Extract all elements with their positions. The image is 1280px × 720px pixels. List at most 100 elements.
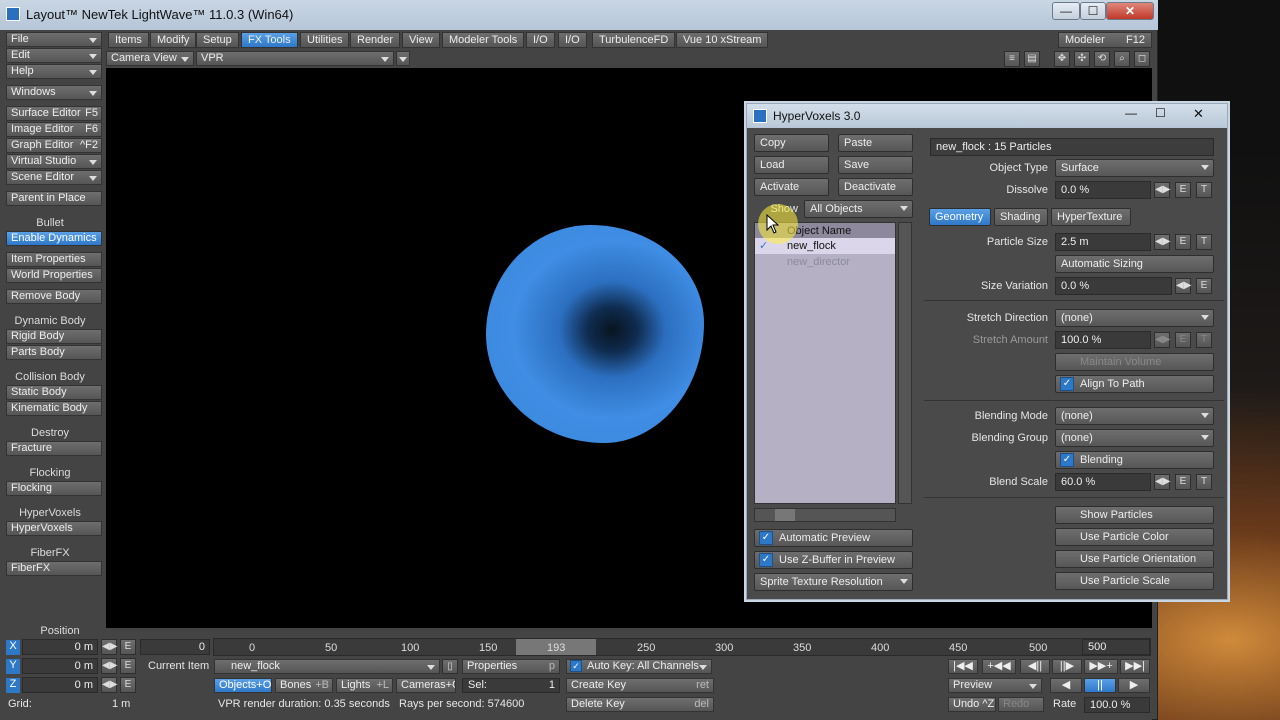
slider-arrows-icon[interactable]: ◀▶ xyxy=(1154,332,1170,348)
envelope-button[interactable]: E xyxy=(120,658,136,674)
x-position-input[interactable]: 0 m xyxy=(22,639,98,655)
graph-editor-button[interactable]: Graph Editor ^F2 xyxy=(6,138,102,153)
slider-arrows-icon[interactable]: ◀▶ xyxy=(1154,474,1170,490)
fiberfx-button[interactable]: FiberFX xyxy=(6,561,102,576)
automatic-sizing-button[interactable]: Automatic Sizing xyxy=(1055,255,1214,273)
tab-io-1[interactable]: I/O xyxy=(526,32,555,48)
rate-input[interactable]: 100.0 % xyxy=(1084,697,1150,713)
render-mode-dropdown[interactable]: VPR xyxy=(196,51,394,66)
slider-arrows-icon[interactable]: ◀▶ xyxy=(101,639,117,655)
fracture-button[interactable]: Fracture xyxy=(6,441,102,456)
pan-icon[interactable]: ✥ xyxy=(1054,51,1070,67)
particle-size-input[interactable]: 2.5 m xyxy=(1055,233,1151,251)
flocking-button[interactable]: Flocking xyxy=(6,481,102,496)
virtual-studio-button[interactable]: Virtual Studio xyxy=(6,154,102,169)
create-key-button[interactable]: Create Key ret xyxy=(566,678,714,693)
use-particle-scale-toggle[interactable]: Use Particle Scale xyxy=(1055,572,1214,590)
go-to-start-button[interactable]: |◀◀ xyxy=(948,659,978,674)
step-forward-button[interactable]: ||▶ xyxy=(1052,659,1082,674)
paste-button[interactable]: Paste xyxy=(838,134,913,152)
tab-utilities[interactable]: Utilities xyxy=(300,32,350,48)
static-body-button[interactable]: Static Body xyxy=(6,385,102,400)
load-button[interactable]: Load xyxy=(754,156,829,174)
delete-key-button[interactable]: Delete Key del xyxy=(566,697,714,712)
tab-hypertexture[interactable]: HyperTexture xyxy=(1051,208,1131,226)
bones-mode-button[interactable]: Bones +B xyxy=(275,678,333,693)
save-button[interactable]: Save xyxy=(838,156,913,174)
texture-button[interactable]: T xyxy=(1196,234,1212,250)
blend-scale-input[interactable]: 60.0 % xyxy=(1055,473,1151,491)
auto-key-dropdown[interactable]: ✓ Auto Key: All Channels xyxy=(566,659,712,674)
panel-minimize-button[interactable]: — xyxy=(1125,106,1137,120)
tab-items[interactable]: Items xyxy=(108,32,149,48)
start-frame-input[interactable]: 0 xyxy=(140,639,210,655)
kinematic-body-button[interactable]: Kinematic Body xyxy=(6,401,102,416)
use-particle-orientation-toggle[interactable]: Use Particle Orientation xyxy=(1055,550,1214,568)
objects-mode-button[interactable]: Objects+O xyxy=(214,678,272,693)
stretch-direction-dropdown[interactable]: (none) xyxy=(1055,309,1214,327)
slider-arrows-icon[interactable]: ◀▶ xyxy=(101,677,117,693)
maximize-button[interactable]: ☐ xyxy=(1080,2,1106,20)
envelope-button[interactable]: E xyxy=(120,677,136,693)
view-type-dropdown[interactable]: Camera View xyxy=(106,51,194,66)
tab-fx-tools[interactable]: FX Tools xyxy=(241,32,298,48)
blending-mode-dropdown[interactable]: (none) xyxy=(1055,407,1214,425)
blending-toggle[interactable]: ✓ Blending xyxy=(1055,451,1214,469)
x-axis-toggle[interactable]: X xyxy=(6,640,20,655)
lights-mode-button[interactable]: Lights +L xyxy=(336,678,393,693)
tab-render[interactable]: Render xyxy=(350,32,401,48)
preview-dropdown[interactable]: Preview xyxy=(948,678,1042,693)
z-axis-toggle[interactable]: Z xyxy=(6,678,20,693)
tab-io-2[interactable]: I/O xyxy=(558,32,587,48)
copy-button[interactable]: Copy xyxy=(754,134,829,152)
list-icon[interactable]: ≡ xyxy=(1004,51,1020,67)
edit-menu[interactable]: Edit xyxy=(6,48,102,63)
texture-button[interactable]: T xyxy=(1196,332,1212,348)
go-to-end-button[interactable]: ▶▶| xyxy=(1120,659,1150,674)
image-editor-button[interactable]: Image Editor F6 xyxy=(6,122,102,137)
zbuffer-preview-toggle[interactable]: ✓ Use Z-Buffer in Preview xyxy=(754,551,913,569)
maintain-volume-toggle[interactable]: Maintain Volume xyxy=(1055,353,1214,371)
save-icon[interactable]: ▤ xyxy=(1024,51,1040,67)
zoom-icon[interactable]: ⌕ xyxy=(1114,51,1130,67)
align-to-path-toggle[interactable]: ✓ Align To Path xyxy=(1055,375,1214,393)
move-icon[interactable]: ✣ xyxy=(1074,51,1090,67)
item-properties-button[interactable]: Item Properties xyxy=(6,252,102,267)
envelope-button[interactable]: E xyxy=(1175,182,1191,198)
tab-turbulencefd[interactable]: TurbulenceFD xyxy=(592,32,676,48)
next-key-button[interactable]: ▶▶+ xyxy=(1084,659,1118,674)
z-position-input[interactable]: 0 m xyxy=(22,677,98,693)
viewport-options-button[interactable] xyxy=(396,51,410,66)
tab-geometry[interactable]: Geometry xyxy=(929,208,991,226)
redo-button[interactable]: Redo xyxy=(998,697,1044,712)
tab-shading[interactable]: Shading xyxy=(994,208,1048,226)
pause-button[interactable]: || xyxy=(1084,678,1116,693)
envelope-button[interactable]: E xyxy=(1175,332,1191,348)
envelope-button[interactable]: E xyxy=(120,639,136,655)
cameras-mode-button[interactable]: Cameras+C xyxy=(396,678,456,693)
parent-in-place-button[interactable]: Parent in Place xyxy=(6,191,102,206)
modeler-button[interactable]: Modeler F12 xyxy=(1058,32,1152,48)
slider-arrows-icon[interactable]: ◀▶ xyxy=(1175,278,1191,294)
close-button[interactable]: ✕ xyxy=(1106,2,1154,20)
scrollbar-thumb[interactable] xyxy=(775,509,795,521)
show-filter-dropdown[interactable]: All Objects xyxy=(804,200,913,218)
windows-menu[interactable]: Windows xyxy=(6,85,102,100)
automatic-preview-toggle[interactable]: ✓ Automatic Preview xyxy=(754,529,913,547)
envelope-button[interactable]: E xyxy=(1175,234,1191,250)
size-variation-input[interactable]: 0.0 % xyxy=(1055,277,1172,295)
parts-body-button[interactable]: Parts Body xyxy=(6,345,102,360)
texture-button[interactable]: T xyxy=(1196,182,1212,198)
object-type-dropdown[interactable]: Surface xyxy=(1055,159,1214,177)
item-picker-icon[interactable]: ▯ xyxy=(442,659,458,674)
play-button[interactable]: ▶ xyxy=(1118,678,1150,693)
sprite-texture-dropdown[interactable]: Sprite Texture Resolution xyxy=(754,573,913,591)
slider-arrows-icon[interactable]: ◀▶ xyxy=(1154,234,1170,250)
tab-modeler-tools[interactable]: Modeler Tools xyxy=(442,32,525,48)
activate-button[interactable]: Activate xyxy=(754,178,829,196)
enable-dynamics-button[interactable]: Enable Dynamics xyxy=(6,231,102,246)
file-menu[interactable]: File xyxy=(6,32,102,47)
tab-setup[interactable]: Setup xyxy=(196,32,239,48)
deactivate-button[interactable]: Deactivate xyxy=(838,178,913,196)
tab-view[interactable]: View xyxy=(402,32,440,48)
